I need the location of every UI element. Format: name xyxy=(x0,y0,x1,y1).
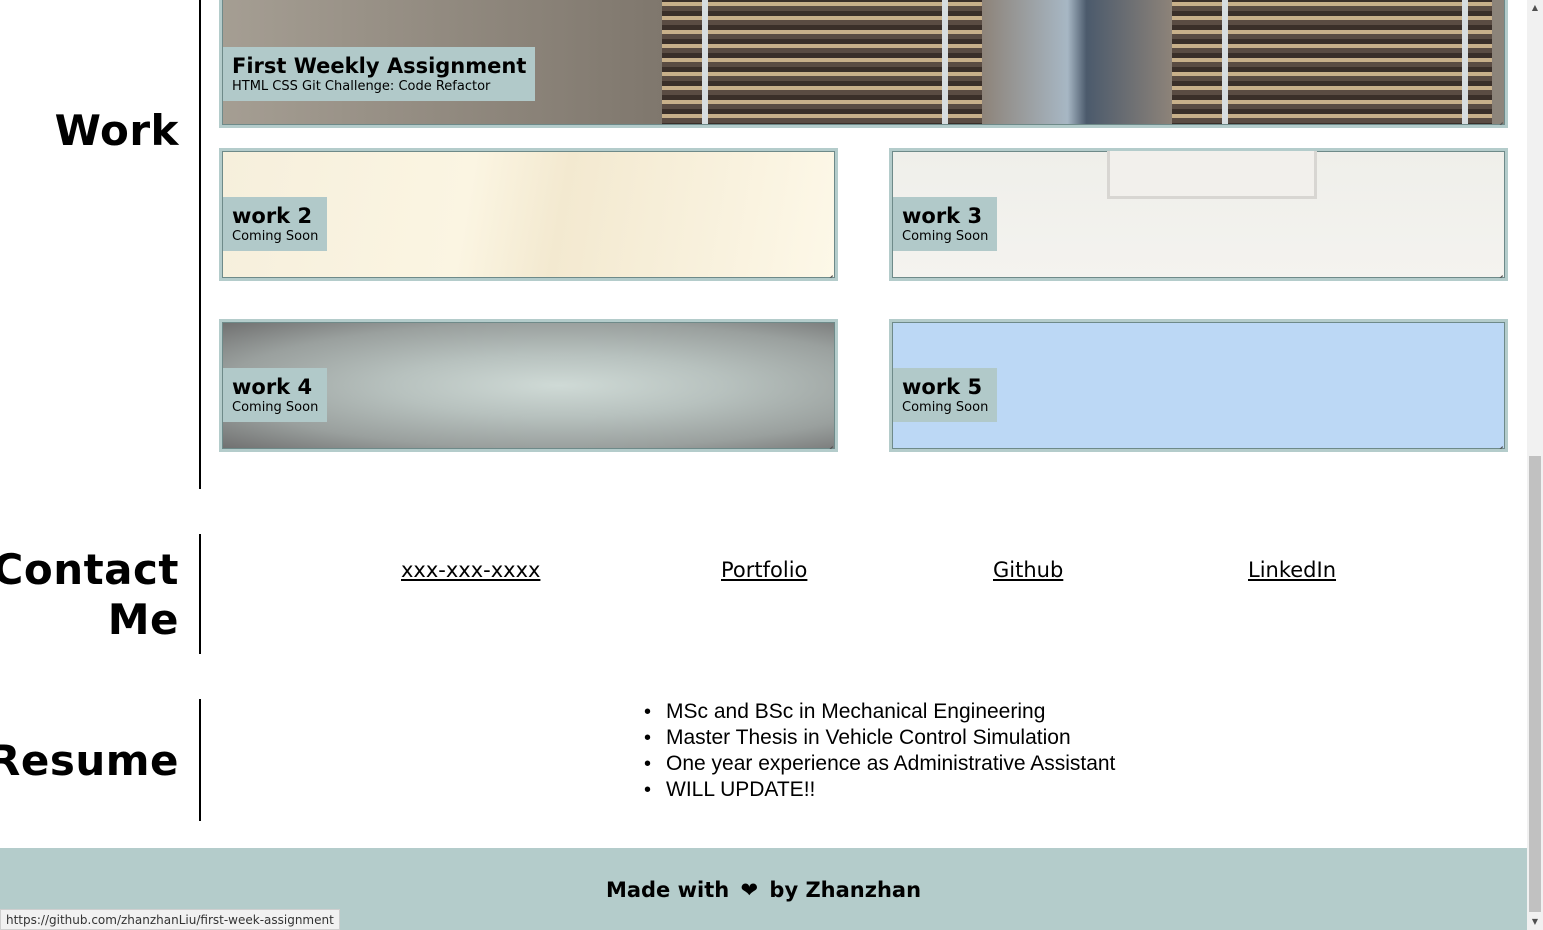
work-card-4-label[interactable]: work 4 Coming Soon xyxy=(223,368,328,422)
contact-heading: Contact Me xyxy=(0,545,179,645)
linkedin-link[interactable]: LinkedIn xyxy=(1248,556,1336,584)
footer-text: Made with ❤ by Zhanzhan xyxy=(0,876,1527,904)
footer-prefix: Made with xyxy=(605,878,730,902)
link-status-bar: https://github.com/zhanzhanLiu/first-wee… xyxy=(0,909,340,930)
vertical-scrollbar[interactable]: ▲ ▼ xyxy=(1527,0,1543,930)
page: Work First Weekly Assignment HTML CSS Gi… xyxy=(0,0,1527,930)
work-card-3-subtitle: Coming Soon xyxy=(902,229,989,244)
work-card-5-subtitle: Coming Soon xyxy=(902,400,989,415)
work-card-2-label[interactable]: work 2 Coming Soon xyxy=(223,197,328,251)
work-heading: Work xyxy=(54,106,179,155)
resize-handle-icon[interactable] xyxy=(1494,438,1503,447)
scrollbar-thumb[interactable] xyxy=(1529,456,1541,912)
work-card-2[interactable]: work 2 Coming Soon xyxy=(219,148,838,281)
heart-icon: ❤ xyxy=(740,878,759,902)
github-link[interactable]: Github xyxy=(993,556,1063,584)
picture-frame-decoration xyxy=(1107,151,1317,199)
phone-link[interactable]: xxx-xxx-xxxx xyxy=(401,556,540,584)
resume-item: WILL UPDATE!! xyxy=(644,777,1115,803)
work-card-4-subtitle: Coming Soon xyxy=(232,400,319,415)
portfolio-link[interactable]: Portfolio xyxy=(721,556,807,584)
work-card-1-subtitle: HTML CSS Git Challenge: Code Refactor xyxy=(232,79,491,94)
work-card-2-title: work 2 xyxy=(232,204,313,228)
work-card-1[interactable]: First Weekly Assignment HTML CSS Git Cha… xyxy=(219,0,1508,128)
resume-item: One year experience as Administrative As… xyxy=(644,751,1115,777)
resize-handle-icon[interactable] xyxy=(824,267,833,276)
contact-heading-line1: Contact xyxy=(0,545,179,594)
work-card-3-label[interactable]: work 3 Coming Soon xyxy=(893,197,998,251)
resume-heading: Resume xyxy=(0,736,179,785)
work-card-1-label[interactable]: First Weekly Assignment HTML CSS Git Cha… xyxy=(223,47,536,101)
work-card-3[interactable]: work 3 Coming Soon xyxy=(889,148,1508,281)
work-divider xyxy=(199,0,201,489)
resize-handle-icon[interactable] xyxy=(1494,267,1503,276)
work-card-5-title: work 5 xyxy=(902,375,983,399)
work-card-2-subtitle: Coming Soon xyxy=(232,229,319,244)
work-card-5[interactable]: work 5 Coming Soon xyxy=(889,319,1508,452)
resume-divider xyxy=(199,699,201,821)
contact-heading-line2: Me xyxy=(107,595,179,644)
work-card-3-title: work 3 xyxy=(902,204,983,228)
work-card-1-title: First Weekly Assignment xyxy=(232,54,527,78)
resume-item: MSc and BSc in Mechanical Engineering xyxy=(644,699,1115,725)
resume-item: Master Thesis in Vehicle Control Simulat… xyxy=(644,725,1115,751)
work-card-4-title: work 4 xyxy=(232,375,313,399)
work-card-4[interactable]: work 4 Coming Soon xyxy=(219,319,838,452)
arrow-down-icon[interactable]: ▼ xyxy=(1527,914,1543,930)
arrow-up-icon[interactable]: ▲ xyxy=(1527,0,1543,16)
work-card-5-label[interactable]: work 5 Coming Soon xyxy=(893,368,998,422)
resize-handle-icon[interactable] xyxy=(1494,114,1503,123)
contact-divider xyxy=(199,534,201,654)
resize-handle-icon[interactable] xyxy=(824,438,833,447)
resume-list: MSc and BSc in Mechanical Engineering Ma… xyxy=(644,699,1115,803)
footer-suffix: by Zhanzhan xyxy=(769,878,922,902)
